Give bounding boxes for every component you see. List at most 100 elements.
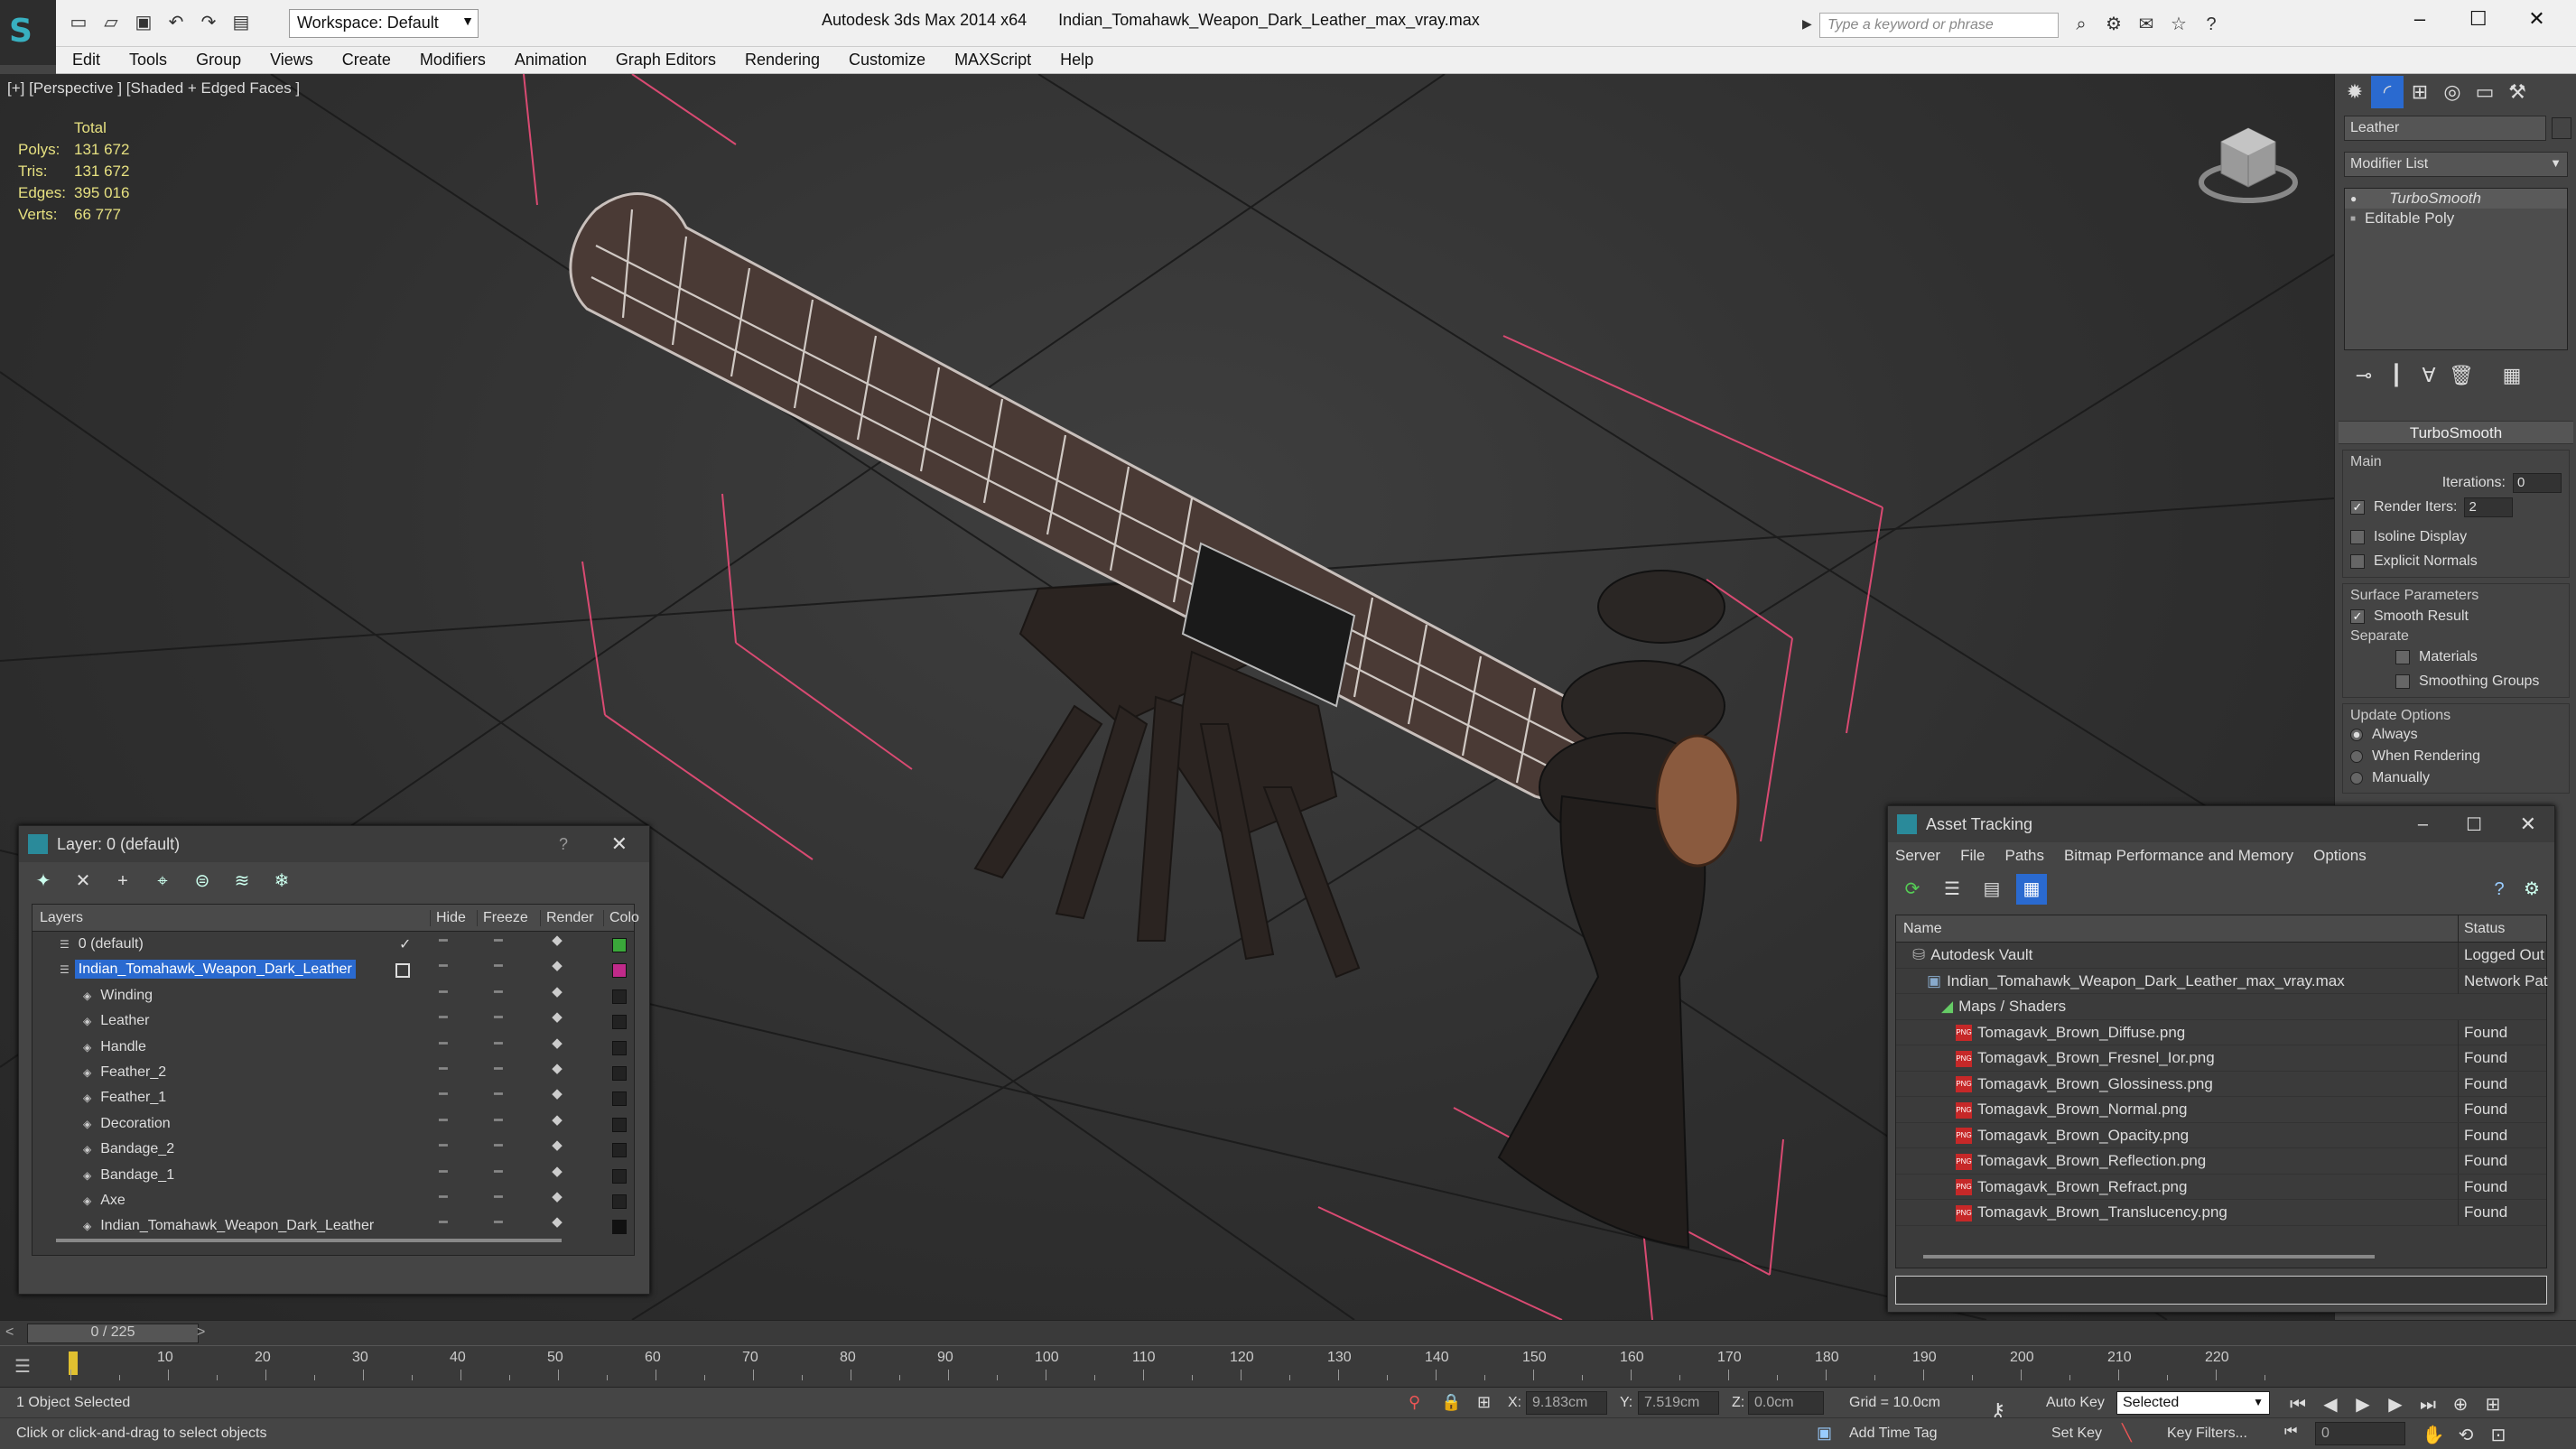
layer-color-swatch[interactable] — [612, 1220, 627, 1235]
render-teapot-icon[interactable]: ◆ — [544, 957, 571, 973]
freeze-toggle-icon[interactable]: ━ — [480, 1008, 516, 1026]
selection-set-dropdown[interactable]: Selected ▼ — [2116, 1391, 2270, 1415]
create-layer-icon[interactable]: ✦ — [28, 866, 59, 896]
zoom-icon[interactable]: ⊕ — [2447, 1391, 2474, 1418]
refresh-icon[interactable]: ⟳ — [1897, 874, 1928, 905]
menu-views[interactable]: Views — [270, 51, 313, 70]
asset-menu-server[interactable]: Server — [1895, 847, 1940, 865]
layer-row[interactable]: ◈ Decoration ━ ━ ◆ — [33, 1111, 634, 1137]
freeze-toggle-icon[interactable]: ━ — [480, 1188, 516, 1206]
key-mode-icon[interactable]: ⏮ — [2284, 1424, 2297, 1440]
isolate-icon[interactable]: ⚲ — [1409, 1393, 1420, 1412]
layer-name-cell[interactable]: ◈ Indian_Tomahawk_Weapon_Dark_Leather — [33, 1213, 390, 1239]
go-to-start-icon[interactable]: ⏮ — [2284, 1391, 2311, 1418]
col-freeze[interactable]: Freeze — [477, 910, 528, 926]
workspace-dropdown[interactable]: Workspace: Default ▼ — [289, 9, 479, 38]
freeze-all-icon[interactable]: ❄ — [266, 866, 297, 896]
render-teapot-icon[interactable]: ◆ — [544, 1035, 571, 1051]
asset-row[interactable]: ◢ Maps / Shaders — [1896, 994, 2546, 1020]
add-time-tag-button[interactable]: Add Time Tag — [1849, 1426, 1938, 1442]
x-coordinate-field[interactable]: 9.183cm — [1526, 1391, 1607, 1415]
layer-row[interactable]: ◈ Bandage_2 ━ ━ ◆ — [33, 1137, 634, 1162]
freeze-toggle-icon[interactable]: ━ — [480, 957, 516, 975]
asset-row[interactable]: PNG Tomagavk_Brown_Reflection.png Found — [1896, 1148, 2546, 1175]
layer-color-swatch[interactable] — [612, 1117, 627, 1132]
render-teapot-icon[interactable]: ◆ — [544, 1188, 571, 1204]
open-file-icon[interactable]: ▱ — [98, 9, 125, 36]
close-icon[interactable]: ✕ — [2520, 813, 2536, 836]
hide-toggle-icon[interactable]: ━ — [430, 1111, 457, 1129]
layer-color-swatch[interactable] — [612, 1168, 627, 1184]
auto-key-button[interactable]: Auto Key — [2046, 1395, 2105, 1411]
iterations-spinner[interactable]: 0 — [2513, 472, 2562, 493]
explicit-normals-checkbox[interactable] — [2350, 553, 2365, 569]
freeze-toggle-icon[interactable]: ━ — [480, 1035, 516, 1053]
slider-left-arrow-icon[interactable]: < — [5, 1324, 14, 1341]
menu-tools[interactable]: Tools — [129, 51, 167, 70]
layer-color-swatch[interactable] — [612, 938, 627, 952]
freeze-toggle-icon[interactable]: ━ — [480, 1163, 516, 1181]
layer-row[interactable]: ☰ 0 (default) ✓ ━ ━ ◆ — [33, 932, 634, 957]
selection-lock-icon[interactable]: 🔒 — [1441, 1393, 1461, 1412]
close-icon[interactable]: ✕ — [2509, 7, 2563, 31]
layer-row[interactable]: ◈ Feather_2 ━ ━ ◆ — [33, 1060, 634, 1085]
freeze-toggle-icon[interactable]: ━ — [480, 1085, 516, 1103]
layer-row[interactable]: ◈ Axe ━ ━ ◆ — [33, 1188, 634, 1213]
materials-checkbox[interactable] — [2395, 649, 2410, 664]
maximize-icon[interactable]: ☐ — [2451, 7, 2506, 31]
asset-row[interactable]: ▣ Indian_Tomahawk_Weapon_Dark_Leather_max… — [1896, 968, 2548, 994]
redo-icon[interactable]: ↷ — [195, 9, 222, 36]
always-radio[interactable] — [2350, 729, 2363, 741]
layer-color-swatch[interactable] — [612, 989, 627, 1004]
menu-modifiers[interactable]: Modifiers — [420, 51, 486, 70]
stack-item-editable-poly[interactable]: ■ Editable Poly — [2345, 209, 2567, 228]
layer-name-cell[interactable]: ◈ Bandage_2 — [33, 1137, 390, 1162]
hide-all-icon[interactable]: ≋ — [227, 866, 257, 896]
freeze-toggle-icon[interactable]: ━ — [480, 1213, 516, 1231]
layer-name-cell[interactable]: ☰ 0 (default) — [33, 932, 390, 957]
current-frame-field[interactable]: 0 — [2315, 1422, 2405, 1445]
layer-row[interactable]: ◈ Indian_Tomahawk_Weapon_Dark_Leather ━ ━ ◆ — [33, 1213, 634, 1239]
render-teapot-icon[interactable]: ◆ — [544, 983, 571, 999]
modify-tab-icon[interactable]: ◜ — [2371, 76, 2404, 108]
close-icon[interactable]: ✕ — [611, 832, 628, 856]
col-layers[interactable]: Layers — [40, 910, 83, 926]
zoom-all-icon[interactable]: ⊞ — [2479, 1391, 2506, 1418]
isoline-checkbox[interactable] — [2350, 529, 2365, 544]
layer-row[interactable]: ◈ Handle ━ ━ ◆ — [33, 1035, 634, 1060]
hide-toggle-icon[interactable]: ━ — [430, 957, 457, 975]
menu-customize[interactable]: Customize — [849, 51, 925, 70]
undo-icon[interactable]: ↶ — [163, 9, 190, 36]
orbit-icon[interactable]: ⟲ — [2452, 1422, 2479, 1449]
asset-row[interactable]: PNG Tomagavk_Brown_Glossiness.png Found — [1896, 1071, 2546, 1097]
layer-name-cell[interactable]: ◈ Bandage_1 — [33, 1163, 390, 1188]
col-render[interactable]: Render — [540, 910, 593, 926]
layer-name-cell[interactable]: ◈ Decoration — [33, 1111, 390, 1137]
next-frame-icon[interactable]: ▶ — [2382, 1391, 2409, 1418]
display-tab-icon[interactable]: ▭ — [2469, 76, 2501, 108]
hide-toggle-icon[interactable]: ━ — [430, 1035, 457, 1053]
binoculars-icon[interactable]: ⌕ — [2068, 11, 2095, 38]
highlight-layer-icon[interactable]: ⊜ — [187, 866, 218, 896]
mini-curve-editor-icon[interactable]: ☰ — [14, 1355, 31, 1378]
show-end-result-icon[interactable]: ┃ — [2380, 359, 2413, 392]
asset-dialog-titlebar[interactable]: Asset Tracking – ☐ ✕ — [1888, 806, 2554, 842]
stack-item-turbosmooth[interactable]: ● TurboSmooth — [2345, 189, 2567, 209]
object-color-swatch[interactable] — [2552, 117, 2571, 139]
manually-radio[interactable] — [2350, 772, 2363, 785]
expand-icon[interactable]: ■ — [2350, 214, 2356, 224]
asset-menu-file[interactable]: File — [1960, 847, 1985, 865]
current-layer-check-icon[interactable]: ✓ — [399, 935, 411, 953]
hierarchy-tab-icon[interactable]: ⊞ — [2404, 76, 2436, 108]
favorites-icon[interactable]: ☆ — [2165, 11, 2192, 38]
object-name-field[interactable]: Leather — [2344, 116, 2546, 141]
asset-settings-icon[interactable]: ⚙ — [2516, 874, 2547, 905]
layer-color-swatch[interactable] — [612, 1040, 627, 1055]
layer-row[interactable]: ◈ Bandage_1 ━ ━ ◆ — [33, 1163, 634, 1188]
viewport-label[interactable]: [+] [Perspective ] [Shaded + Edged Faces… — [7, 79, 300, 98]
asset-row[interactable]: PNG Tomagavk_Brown_Diffuse.png Found — [1896, 1019, 2546, 1045]
freeze-toggle-icon[interactable]: ━ — [480, 1137, 516, 1155]
freeze-toggle-icon[interactable]: ━ — [480, 932, 516, 950]
menu-edit[interactable]: Edit — [72, 51, 100, 70]
key-filters-button[interactable]: Key Filters... — [2167, 1426, 2247, 1442]
